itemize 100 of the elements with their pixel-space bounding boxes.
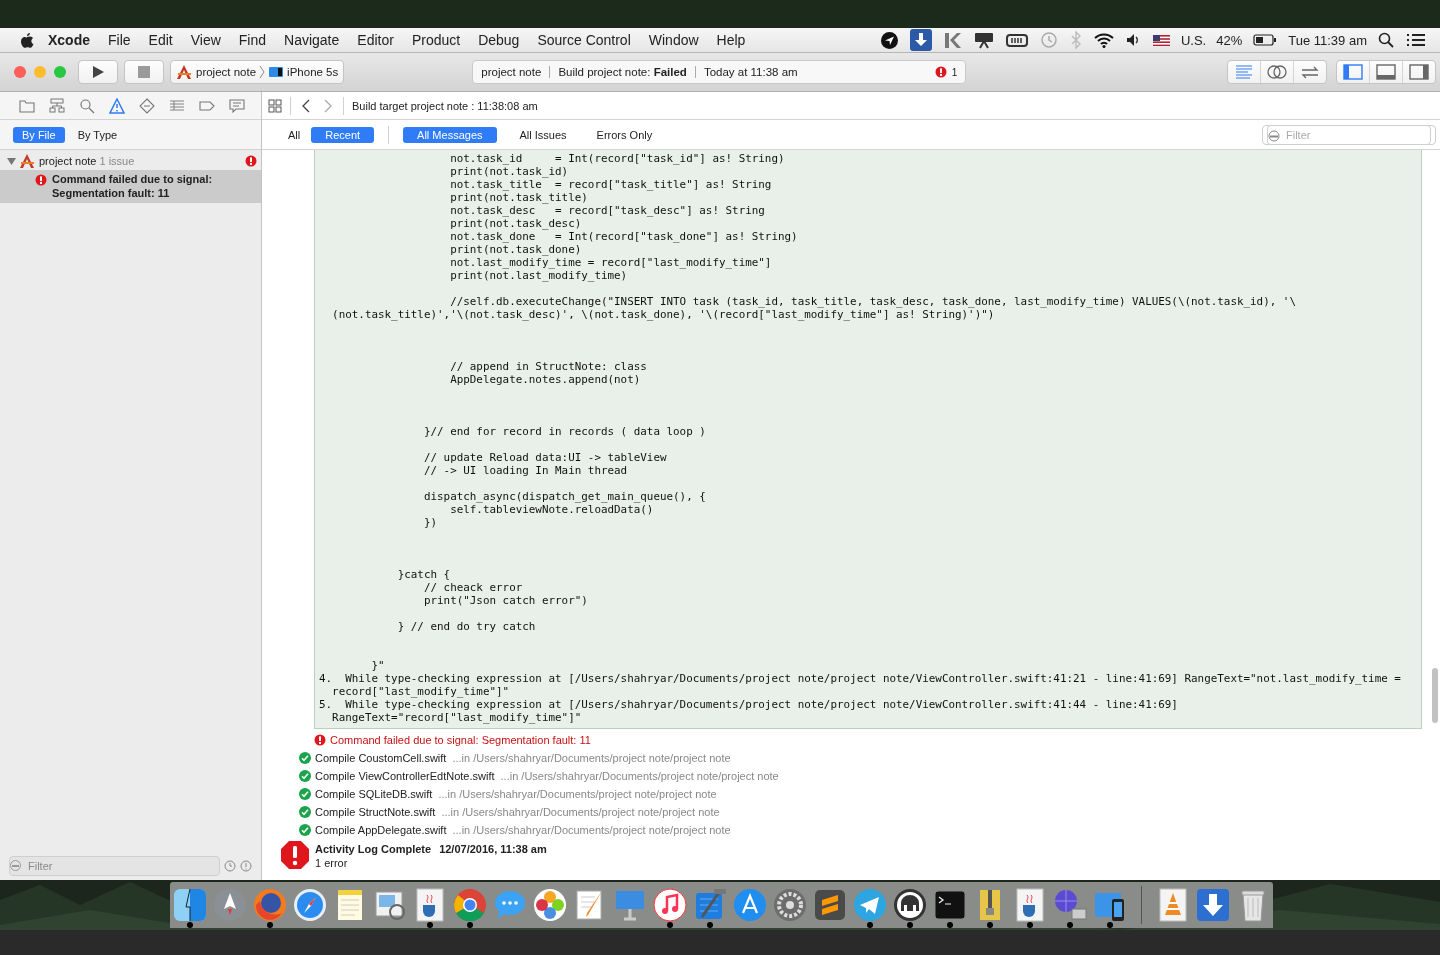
log-entry[interactable]: Compile SQLiteDB.swift ...in /Users/shahryar/Documents/project note/project note xyxy=(299,785,1422,803)
filter-field[interactable]: Filter xyxy=(9,856,220,876)
warning-icon[interactable] xyxy=(240,860,252,872)
checkmark-icon xyxy=(299,788,311,800)
checkmark-icon xyxy=(299,752,311,764)
clock[interactable]: Tue 11:39 am xyxy=(1288,32,1367,48)
issue-count: 1 issue xyxy=(99,155,135,167)
filter-tab[interactable]: All Messages xyxy=(403,126,497,143)
folder-icon xyxy=(19,97,35,114)
build-time: Today at 11:38 am xyxy=(703,66,798,78)
segmented-control[interactable] xyxy=(1336,60,1436,84)
log-entry[interactable]: Compile StructNote.swift ...in /Users/shahryar/Documents/project note/project note xyxy=(299,803,1422,821)
hierarchy-icon xyxy=(49,97,65,114)
wifi-icon[interactable] xyxy=(1093,32,1114,48)
menu-item[interactable]: File xyxy=(99,32,140,48)
entry-path: ...in /Users/shahryar/Documents/project note/project note xyxy=(452,752,731,764)
hammer-a-frame-icon xyxy=(19,153,36,169)
globe-icon[interactable] xyxy=(252,887,288,923)
entry-path: ...in /Users/shahryar/Documents/project note/project note xyxy=(452,824,731,836)
battery-icon[interactable] xyxy=(1253,34,1278,46)
error-octagon-icon xyxy=(280,840,310,870)
music-note-icon[interactable] xyxy=(652,887,688,923)
entry-path: ...in /Users/shahryar/Documents/project note/project note xyxy=(441,806,720,818)
battery-percentage: 42% xyxy=(1216,32,1243,48)
menu-item[interactable]: Navigate xyxy=(275,32,349,48)
build-status: Build project note: Failed xyxy=(558,66,687,78)
menu-item[interactable]: Source Control xyxy=(528,32,640,48)
run-button[interactable] xyxy=(78,60,118,84)
issue-row[interactable]: Command failed due to signal: Segmentation fault: 11 xyxy=(0,170,261,203)
flower-icon[interactable] xyxy=(532,887,568,923)
log-entry[interactable]: Command failed due to signal: Segmentation fault: 11 xyxy=(314,731,1422,749)
swap-arrows-icon xyxy=(1300,65,1320,79)
hammer-a-frame-icon xyxy=(176,64,193,80)
summary-date: 12/07/2016, 11:38 am xyxy=(439,843,547,855)
elephant-icon[interactable] xyxy=(892,887,928,923)
menu-item[interactable]: View xyxy=(181,32,230,48)
gear-icon[interactable] xyxy=(772,887,808,923)
checkmark-icon xyxy=(299,806,311,818)
entry-path: ...in /Users/shahryar/Documents/project note/project note xyxy=(500,770,779,782)
speaker-icon[interactable] xyxy=(1125,33,1141,47)
menu-item[interactable]: Window xyxy=(639,32,708,48)
scope-tab[interactable]: All xyxy=(281,126,308,143)
diamond-icon xyxy=(139,97,155,114)
menu-item[interactable]: Product xyxy=(402,32,470,48)
search-icon xyxy=(79,97,95,114)
menu-item[interactable]: Find xyxy=(229,32,276,48)
scroll-thumb[interactable] xyxy=(1432,668,1438,723)
stop-button[interactable] xyxy=(124,60,164,84)
compass-icon[interactable] xyxy=(292,887,328,923)
apple-menu-icon[interactable] xyxy=(20,32,34,48)
log-entry[interactable]: Compile AppDelegate.swift ...in /Users/shahryar/Documents/project note/project note xyxy=(299,821,1422,839)
code-block: not.task_id = Int(record["task_id"] as! String) print(not.task_id) not.task_title = record["task_title"] as! String print(not.task_title) not.task_desc = record["task_desc"] as! String print(not.task_desc) not.task_done = Int(record["task_done"] as! String) print(not.task_done) not.last_modify_time = record["last_modify_time"] print(not.last_modify_time) //self.db.executeChange("INSERT INTO task (task_id, task_title, task_desc, task_done, last_modify_time) VALUES(\(not.task_id), '\ (not.task_title)','\(not.task_desc)', \(not.task_done), '\(record["last_modify_time"] as! String)')") // append in StructNote: class AppDelegate.notes.append(not) }// end for record in records ( data loop ) // update Reload data:UI -> tableView // -> UI loading In Main thread dispatch_async(dispatch_get_main_queue(), { self.tableviewNote.reloadData() }) }catch { // cheack error print("Json catch error") } // end do try catch }" 4. While type-checking expression at [/Users/shahryar/Documents/project note/project note/ViewController.swift:41:21 - line:41:69] RangeText="not.last_modify_time = record["last_modify_time"]" 5. While type-checking expression at [/Users/shahryar/Documents/project note/project note/ViewController.swift:41:44 - line:41:69] RangeText="record["last_modify_time"]" xyxy=(314,150,1422,729)
grid-icon[interactable] xyxy=(268,98,282,113)
filter-field[interactable]: Filter xyxy=(1267,124,1431,145)
menu-item[interactable]: Help xyxy=(707,32,755,48)
right-panel-icon xyxy=(1409,64,1429,80)
speech-bubble-icon xyxy=(229,97,245,114)
search-icon[interactable] xyxy=(1378,32,1394,48)
input-source[interactable]: U.S. xyxy=(1180,32,1207,48)
scheme-selector[interactable]: project note iPhone 5s xyxy=(170,60,345,84)
error-icon xyxy=(314,734,326,746)
menu-item[interactable]: Debug xyxy=(469,32,529,48)
log-entry[interactable]: Compile CoustomCell.swift ...in /Users/shahryar/Documents/project note/project note xyxy=(299,749,1422,767)
wheel-icon[interactable] xyxy=(452,887,488,923)
list-menu-icon[interactable] xyxy=(1406,33,1426,47)
segmented-control[interactable] xyxy=(1227,60,1327,84)
summary-detail: 1 error xyxy=(315,857,349,869)
clock-icon[interactable] xyxy=(224,860,236,872)
split-square-icon[interactable] xyxy=(172,887,208,923)
project-name: project note xyxy=(481,66,542,78)
log-entry[interactable]: Compile ViewControllerEdtNote.swift ...in /Users/shahryar/Documents/project note/project note xyxy=(299,767,1422,785)
filter-icon xyxy=(1268,129,1280,142)
tree-item[interactable]: project note xyxy=(39,155,97,167)
error-icon xyxy=(934,66,947,78)
rocket-icon[interactable] xyxy=(212,887,248,923)
app-menu[interactable]: Xcode xyxy=(34,32,99,48)
scope-tab[interactable]: By Type xyxy=(68,126,127,143)
menu-item[interactable]: Edit xyxy=(139,32,182,48)
clock-icon[interactable] xyxy=(1039,31,1058,49)
scope-tab[interactable]: By File xyxy=(13,126,65,143)
stripes-icon[interactable] xyxy=(812,887,848,923)
checkmark-icon xyxy=(299,824,311,836)
summary-title: Activity Log Complete xyxy=(315,843,432,855)
network-globe-icon[interactable] xyxy=(1052,887,1088,923)
entry-path: ...in /Users/shahryar/Documents/project note/project note xyxy=(438,788,717,800)
error-count[interactable]: 1 xyxy=(951,66,958,78)
close-button[interactable] xyxy=(14,66,26,78)
filter-tab[interactable]: All Issues xyxy=(512,126,574,143)
memory-chip-icon[interactable] xyxy=(1005,32,1028,48)
overlap-circles-icon xyxy=(1267,64,1287,80)
monitor-icon[interactable] xyxy=(973,31,994,49)
disclosure-triangle[interactable] xyxy=(7,156,16,166)
filter-icon xyxy=(10,860,21,871)
checkmark-icon xyxy=(299,770,311,782)
stop-icon xyxy=(138,66,150,78)
scope-tab[interactable]: Recent xyxy=(311,126,375,143)
menu-item[interactable]: Editor xyxy=(348,32,403,48)
flag-icon xyxy=(1152,34,1170,46)
breadcrumb[interactable]: Build target project note : 11:38:08 am xyxy=(352,99,538,112)
filter-tab[interactable]: Errors Only xyxy=(589,126,660,143)
